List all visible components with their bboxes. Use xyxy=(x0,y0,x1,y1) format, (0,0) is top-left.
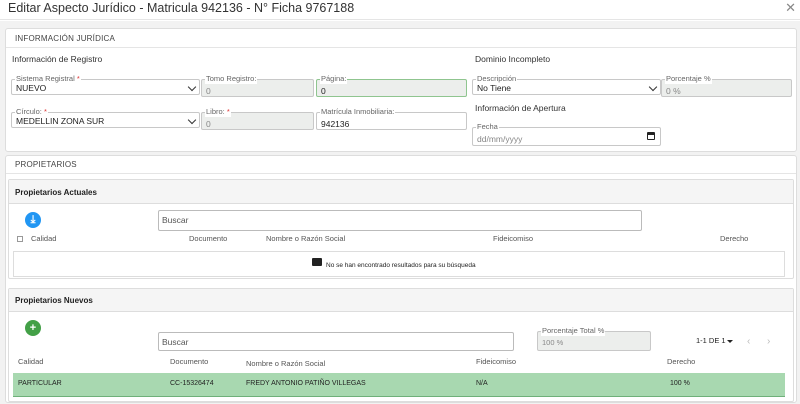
column-header-calidad[interactable]: Calidad xyxy=(31,234,56,243)
circulo-label: Círculo: * xyxy=(15,107,48,117)
thumbs-down-icon xyxy=(312,258,322,266)
porcentaje-label: Porcentaje % xyxy=(665,74,712,84)
propietarios-actuales-title: Propietarios Actuales xyxy=(15,188,97,197)
matricula-label: Matrícula Inmobiliaria: xyxy=(320,107,396,117)
calendar-icon[interactable] xyxy=(647,132,655,140)
search-input-actuales[interactable]: Buscar xyxy=(158,210,642,231)
modal-header: Editar Aspecto Jurídico - Matricula 9421… xyxy=(0,0,800,20)
column-header-fideicomiso[interactable]: Fideicomiso xyxy=(493,234,533,243)
column-header-calidad[interactable]: Calidad xyxy=(18,357,43,366)
propietarios-nuevos-header: Propietarios Nuevos xyxy=(9,289,793,312)
tomo-registro-label: Tomo Registro: xyxy=(205,74,258,84)
column-header-derecho[interactable]: Derecho xyxy=(720,234,748,243)
circulo-select[interactable]: MEDELLIN ZONA SUR Círculo: * xyxy=(11,107,200,128)
fecha-label: Fecha xyxy=(476,122,499,132)
cell-calidad: PARTICULAR xyxy=(18,380,62,387)
cell-nombre: FREDY ANTONIO PATIÑO VILLEGAS xyxy=(246,380,366,387)
column-header-documento[interactable]: Documento xyxy=(170,357,208,366)
pagina-label: Página: xyxy=(320,74,348,84)
prev-page-icon[interactable]: ‹ xyxy=(747,336,750,347)
pagination-range[interactable]: 1-1 DE 1 xyxy=(696,336,733,345)
search-input-nuevos[interactable]: Buscar xyxy=(158,332,514,351)
propietarios-actuales-header: Propietarios Actuales xyxy=(9,180,793,204)
descripcion-select[interactable]: No Tiene Descripción xyxy=(472,74,661,95)
column-header-documento[interactable]: Documento xyxy=(189,234,227,243)
pagina-field[interactable]: 0 Página: xyxy=(316,74,467,97)
table-row[interactable]: PARTICULAR CC-15326474 FREDY ANTONIO PAT… xyxy=(13,373,785,397)
add-propietario-button[interactable]: + xyxy=(25,320,41,336)
fecha-value[interactable]: dd/mm/yyyy xyxy=(472,127,661,146)
dominio-heading: Dominio Incompleto xyxy=(475,54,551,64)
libro-field[interactable]: 0 Libro: * xyxy=(201,107,314,130)
matricula-field[interactable]: 942136 Matrícula Inmobiliaria: xyxy=(316,107,467,130)
divider xyxy=(6,47,796,48)
caret-down-icon xyxy=(726,339,733,343)
column-header-nombre[interactable]: Nombre o Razón Social xyxy=(246,359,325,368)
sistema-registral-select[interactable]: NUEVO Sistema Registral * xyxy=(11,74,200,95)
next-page-icon[interactable]: › xyxy=(767,336,770,347)
porcentaje-field[interactable]: 0 % Porcentaje % xyxy=(661,74,792,97)
registro-heading: Información de Registro xyxy=(12,54,103,64)
download-button[interactable]: ⤓ xyxy=(25,212,41,228)
cell-fideicomiso: N/A xyxy=(476,380,488,387)
select-all-checkbox[interactable] xyxy=(17,236,23,242)
section-title-informacion-juridica: INFORMACIÓN JURÍDICA xyxy=(15,34,115,43)
modal-title: Editar Aspecto Jurídico - Matricula 9421… xyxy=(8,1,355,15)
descripcion-label: Descripción xyxy=(476,74,518,84)
section-title-propietarios: PROPIETARIOS xyxy=(15,160,77,169)
cell-documento: CC-15326474 xyxy=(170,380,214,387)
divider xyxy=(6,173,796,174)
informacion-juridica-card: INFORMACIÓN JURÍDICA Información de Regi… xyxy=(5,28,797,152)
libro-label: Libro: * xyxy=(205,107,231,117)
tomo-registro-field[interactable]: 0 Tomo Registro: xyxy=(201,74,314,97)
porcentaje-total-field[interactable]: 100 % Porcentaje Total % xyxy=(537,326,651,351)
close-icon[interactable]: ✕ xyxy=(785,0,796,16)
porcentaje-total-label: Porcentaje Total % xyxy=(541,326,606,336)
cell-derecho: 100 % xyxy=(670,380,690,387)
apertura-heading: Información de Apertura xyxy=(475,103,566,113)
sistema-registral-label: Sistema Registral * xyxy=(15,74,81,84)
column-header-derecho[interactable]: Derecho xyxy=(667,357,695,366)
column-header-fideicomiso[interactable]: Fideicomiso xyxy=(476,357,516,366)
fecha-input[interactable]: dd/mm/yyyy Fecha xyxy=(472,122,661,146)
column-header-nombre[interactable]: Nombre o Razón Social xyxy=(266,234,345,243)
propietarios-nuevos-title: Propietarios Nuevos xyxy=(15,296,93,305)
empty-results-message: No se han encontrado resultados para su … xyxy=(326,262,476,269)
